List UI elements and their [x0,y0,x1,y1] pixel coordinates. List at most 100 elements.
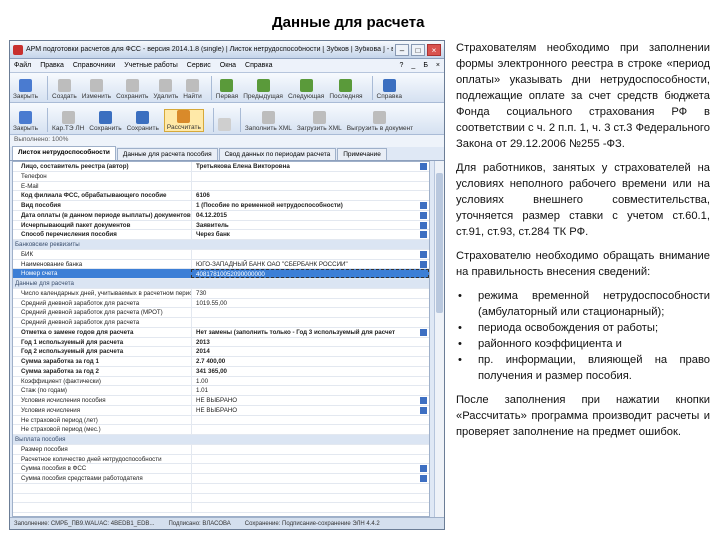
field-value[interactable]: Нет замены (заполнить только - Год 3 исп… [191,327,420,337]
grid-row[interactable]: Сумма пособия в ФСС [13,464,429,474]
grid-row[interactable]: Лицо, составитель реестра (автор) Третьяк… [13,162,429,172]
grid-row[interactable]: Не страховой период (мес.) [13,425,429,435]
field-value[interactable]: 1 (Пособие по временной нетрудоспособнос… [191,201,420,210]
toolbar-button[interactable]: Следующая [288,79,324,100]
field-value[interactable]: Третьякова Елена Викторовна [191,162,420,171]
toolbar-button[interactable]: Последняя [329,79,363,100]
grid-row[interactable]: Вид пособия 1 (Пособие по временной нетру… [13,201,429,211]
grid-row[interactable]: Исчерпывающий пакет документов Заявитель [13,220,429,231]
grid-row[interactable]: Сумма заработка за год 1 2.7 400,00 [13,357,429,367]
grid-row[interactable]: Коэффициент (фактически) 1.00 [13,376,429,387]
dropdown-arrow-icon[interactable] [420,475,427,482]
grid-row[interactable]: Средний дневной заработок для расчета [13,318,429,328]
menu-item[interactable]: Файл [14,62,31,69]
grid-row[interactable] [13,493,429,504]
field-value[interactable] [191,415,429,425]
grid-row[interactable]: Расчетное количество дней нетрудоспособн… [13,454,429,465]
toolbar-button[interactable]: Закрыть [13,111,38,132]
menu-item[interactable]: Окна [220,62,236,69]
dropdown-arrow-icon[interactable] [420,260,427,268]
grid-row[interactable]: БИК [13,249,429,260]
tab-active[interactable]: Листок нетрудоспособности [12,146,116,160]
toolbar-button[interactable]: Сохранить [127,111,159,132]
grid-row[interactable] [13,483,429,494]
field-value[interactable]: 341 365,00 [191,366,429,376]
grid-row[interactable]: Телефон [13,171,429,182]
field-value[interactable] [191,308,429,317]
grid-row[interactable]: Стаж (по годам) 1.01 [13,386,429,396]
toolbar-button[interactable]: Кар.ТЭ ЛН [52,111,84,132]
field-value[interactable] [191,444,429,454]
field-value[interactable] [191,171,429,181]
field-value[interactable] [191,483,429,493]
dropdown-arrow-icon[interactable] [420,221,427,229]
grid-row[interactable]: Сумма заработка за год 2 341 365,00 [13,366,429,377]
field-value[interactable]: 1.00 [191,376,429,386]
toolbar-button[interactable]: Первая [216,79,238,100]
toolbar-button[interactable]: Удалить [153,79,178,100]
field-value[interactable]: НЕ ВЫБРАНО [191,396,420,405]
toolbar-button[interactable]: Сохранить [89,111,122,132]
field-value[interactable]: 2014 [191,347,429,356]
field-value[interactable] [191,318,429,327]
toolbar-button[interactable]: Создать [52,79,77,100]
tab-inactive[interactable]: Свод данных по периодам расчета [218,148,337,160]
grid-row[interactable]: Отметка о замене годов для расчета Нет за… [13,327,429,338]
field-value[interactable] [191,503,429,512]
dropdown-arrow-icon[interactable] [420,250,427,258]
grid-row[interactable]: Год 1 используемый для расчета 2013 [13,337,429,348]
toolbar-button[interactable] [217,118,231,132]
field-value[interactable]: 1019.55,00 [191,298,429,308]
menu-item[interactable]: Б [423,62,428,69]
toolbar-button[interactable]: Найти [183,79,202,100]
toolbar-button[interactable]: Заполнить XML [245,111,292,132]
field-value[interactable]: 1.01 [191,386,429,395]
grid-row[interactable]: Не страховой период (лет) [13,415,429,426]
maximize-button[interactable]: □ [411,43,425,56]
grid-row[interactable]: Число календарных дней, учитываемых в ра… [13,288,429,299]
field-value[interactable]: Заявитель [191,220,420,230]
close-button[interactable]: × [427,43,441,56]
grid-row[interactable]: Дата оплаты (в данном периоде выплаты) д… [13,210,429,221]
toolbar-button[interactable]: Загрузить XML [297,111,342,132]
grid-row[interactable]: Год 2 используемый для расчета 2014 [13,347,429,357]
menu-item[interactable]: Сервис [187,62,211,69]
grid-row[interactable]: Код филиала ФСС, обрабатывающего пособие… [13,191,429,201]
field-value[interactable] [191,181,429,191]
toolbar-button[interactable]: Закрыть [13,79,38,100]
grid-row[interactable]: E-Mail [13,181,429,192]
dropdown-arrow-icon[interactable] [420,231,427,239]
grid-row[interactable]: Условия исчисления пособия НЕ ВЫБРАНО [13,396,429,406]
field-value[interactable] [191,464,420,473]
toolbar-button[interactable]: Сохранить [116,79,148,100]
menu-item[interactable]: Справка [245,62,272,69]
menu-item[interactable]: _ [411,62,415,69]
menu-item[interactable]: × [436,62,440,69]
grid-row[interactable]: Номер счета 40817810052090000000 [13,269,429,279]
grid-row[interactable]: Средний дневной заработок для расчета 101… [13,298,429,309]
dropdown-arrow-icon[interactable] [420,328,427,336]
field-value[interactable]: 04.12.2015 [191,210,420,220]
grid-row[interactable] [13,503,429,513]
menu-item[interactable]: Учетные работы [124,62,177,69]
tab-inactive[interactable]: Примечание [337,148,387,160]
menu-item[interactable]: Правка [40,62,64,69]
field-value[interactable] [191,474,420,483]
field-value[interactable]: НЕ ВЫБРАНО [191,405,420,415]
field-value[interactable]: 6106 [191,191,429,200]
grid-row[interactable]: Размер пособия [13,444,429,455]
toolbar-button[interactable]: Изменить [82,79,111,100]
dropdown-arrow-icon[interactable] [420,163,427,170]
toolbar-button[interactable]: Справка [377,79,402,100]
field-value[interactable] [191,249,420,259]
scrollbar-thumb[interactable] [436,173,443,313]
minimize-button[interactable]: – [395,43,409,56]
field-value[interactable]: 2.7 400,00 [191,357,429,366]
field-value[interactable] [191,454,429,464]
toolbar-button[interactable]: Рассчитать [163,109,204,132]
toolbar-button[interactable]: Выгрузить в документ [347,111,413,132]
grid-row[interactable]: Средний дневной заработок для расчета (М… [13,308,429,318]
toolbar-button[interactable]: Предыдущая [243,79,283,100]
dropdown-arrow-icon[interactable] [420,465,427,473]
field-value[interactable]: ЮГО-ЗАПАДНЫЙ БАНК ОАО "СБЕРБАНК РОССИИ" [191,259,420,269]
